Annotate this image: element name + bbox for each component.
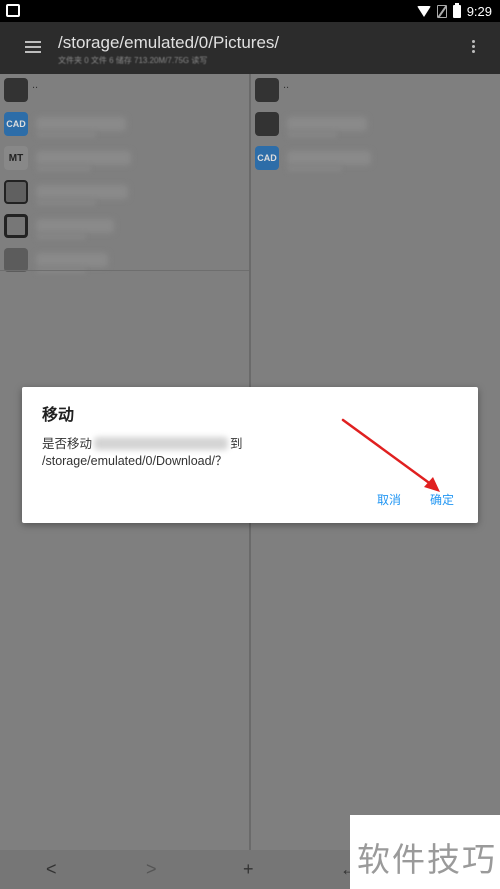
- blurred-fileinfo: [287, 131, 337, 138]
- cad-file-icon: CAD: [4, 112, 28, 136]
- storage-info: 文件夹 0 文件 6 储存 713.20M/7.75G 读写: [58, 56, 208, 65]
- confirm-button[interactable]: 确定: [430, 491, 454, 508]
- list-divider: [0, 270, 249, 271]
- folder-icon: [255, 112, 279, 136]
- dialog-message-prefix: 是否移动: [42, 437, 93, 451]
- status-icons: 9:29: [416, 2, 492, 19]
- blurred-fileinfo: [36, 199, 96, 206]
- watermark-text: 软件技巧: [357, 840, 497, 879]
- blurred-filename: [287, 117, 367, 131]
- watermark: 软件技巧: [350, 815, 500, 889]
- list-item[interactable]: ..: [251, 74, 500, 108]
- current-path-title: /storage/emulated/0/Pictures/: [58, 33, 280, 52]
- battery-icon: [452, 2, 461, 18]
- blurred-fileinfo: [36, 233, 86, 240]
- add-button[interactable]: +: [243, 859, 254, 880]
- document-icon: [4, 180, 28, 204]
- list-item[interactable]: ..: [0, 74, 249, 108]
- list-item[interactable]: MT: [0, 142, 249, 176]
- notification-icon: [6, 4, 20, 17]
- mt-app-icon: MT: [4, 146, 28, 170]
- folder-icon: [4, 78, 28, 102]
- blurred-fileinfo: [287, 165, 342, 172]
- blurred-filename: [287, 151, 371, 165]
- status-bar: 9:29: [0, 0, 500, 22]
- cad-file-icon: CAD: [255, 146, 279, 170]
- clock: 9:29: [466, 3, 492, 19]
- blurred-filename: [36, 185, 128, 199]
- list-item[interactable]: [0, 176, 249, 210]
- forward-button[interactable]: >: [146, 859, 157, 880]
- blurred-filename: [94, 437, 229, 450]
- blurred-filename: [36, 151, 131, 165]
- app-toolbar: /storage/emulated/0/Pictures/ 文件夹 0 文件 6…: [0, 22, 500, 74]
- blurred-fileinfo: [36, 131, 96, 138]
- dialog-target-path: /storage/emulated/0/Download/？: [42, 454, 228, 468]
- list-item[interactable]: [251, 108, 500, 142]
- dialog-message-suffix: 到: [230, 437, 243, 451]
- parent-dir-label: ..: [32, 79, 39, 91]
- document-icon: [4, 248, 28, 272]
- wifi-icon: [416, 5, 431, 17]
- move-dialog: 移动 是否移动到 /storage/emulated/0/Download/？ …: [22, 387, 478, 523]
- folder-icon: [255, 78, 279, 102]
- blurred-filename: [36, 253, 108, 267]
- back-button[interactable]: <: [46, 859, 57, 880]
- dialog-title: 移动: [42, 407, 75, 424]
- parent-dir-label: ..: [283, 79, 290, 91]
- list-item[interactable]: CAD: [0, 108, 249, 142]
- hamburger-menu-icon[interactable]: [25, 41, 41, 53]
- blurred-filename: [36, 219, 114, 233]
- cancel-button[interactable]: 取消: [377, 491, 401, 508]
- list-item[interactable]: CAD: [251, 142, 500, 176]
- chip-icon: [4, 214, 28, 238]
- no-sim-icon: [436, 4, 447, 18]
- more-options-icon[interactable]: [472, 40, 476, 54]
- list-item[interactable]: [0, 210, 249, 244]
- blurred-filename: [36, 117, 126, 131]
- blurred-fileinfo: [36, 165, 91, 172]
- list-item[interactable]: [0, 244, 249, 278]
